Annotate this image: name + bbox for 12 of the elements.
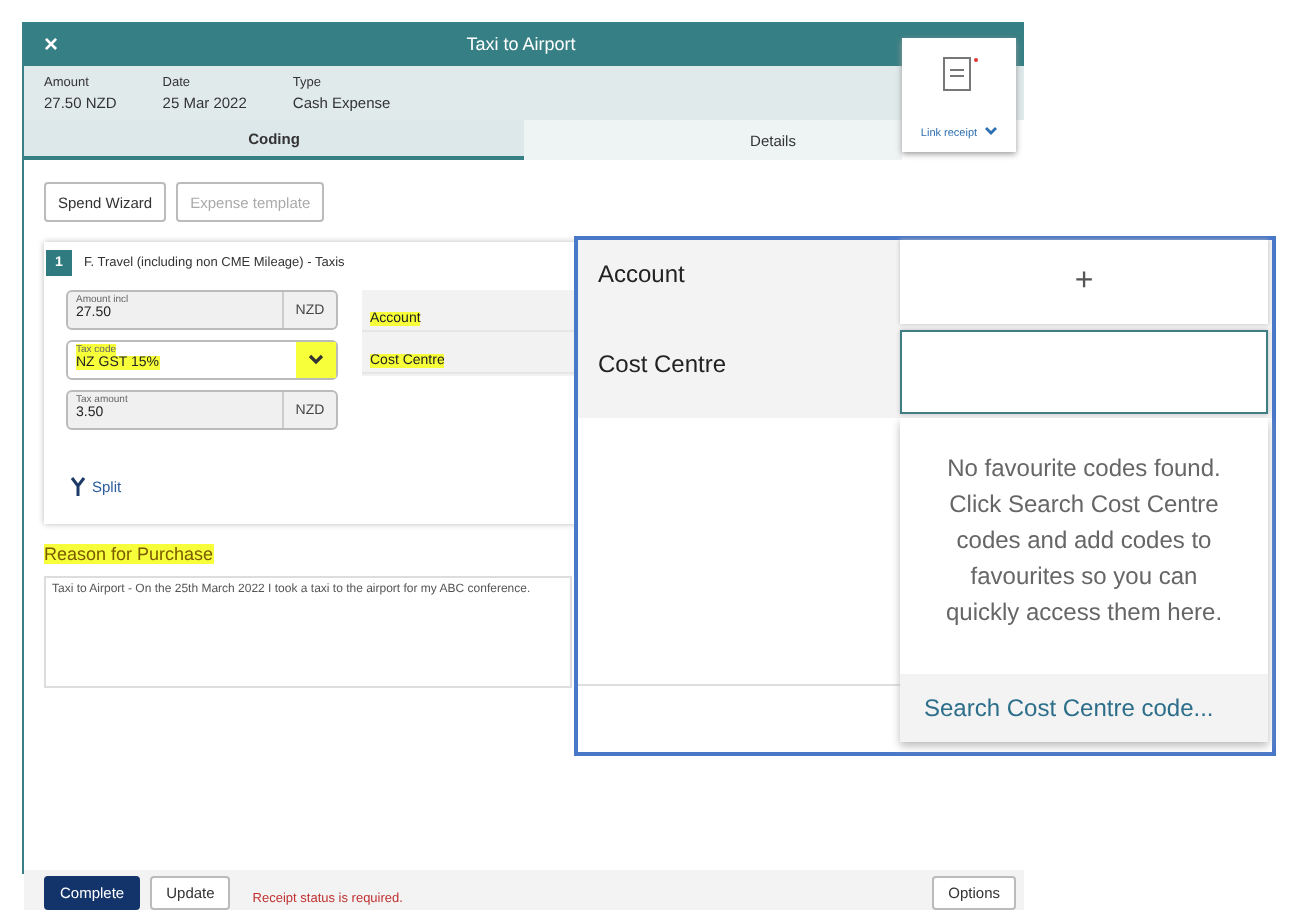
section-heading: Reason for Purchase [44,544,214,564]
input-field[interactable] [900,330,1268,414]
search-link[interactable]: Search Cost Centre code... [900,674,1268,742]
split-icon [70,476,86,496]
add-button[interactable]: + [900,240,1268,324]
close-button[interactable]: × [44,30,59,58]
window-title: Taxi to Airport [464,34,578,54]
chevron-icon [983,126,998,136]
empty-message: No favourite codes found. Click Search Cost Centre codes and add codes to favourites so you can quickly access them here. [943,452,1225,630]
coding-label: Account [596,258,687,292]
coding-label: Cost Centre [596,348,729,382]
chevron-icon [296,342,336,378]
